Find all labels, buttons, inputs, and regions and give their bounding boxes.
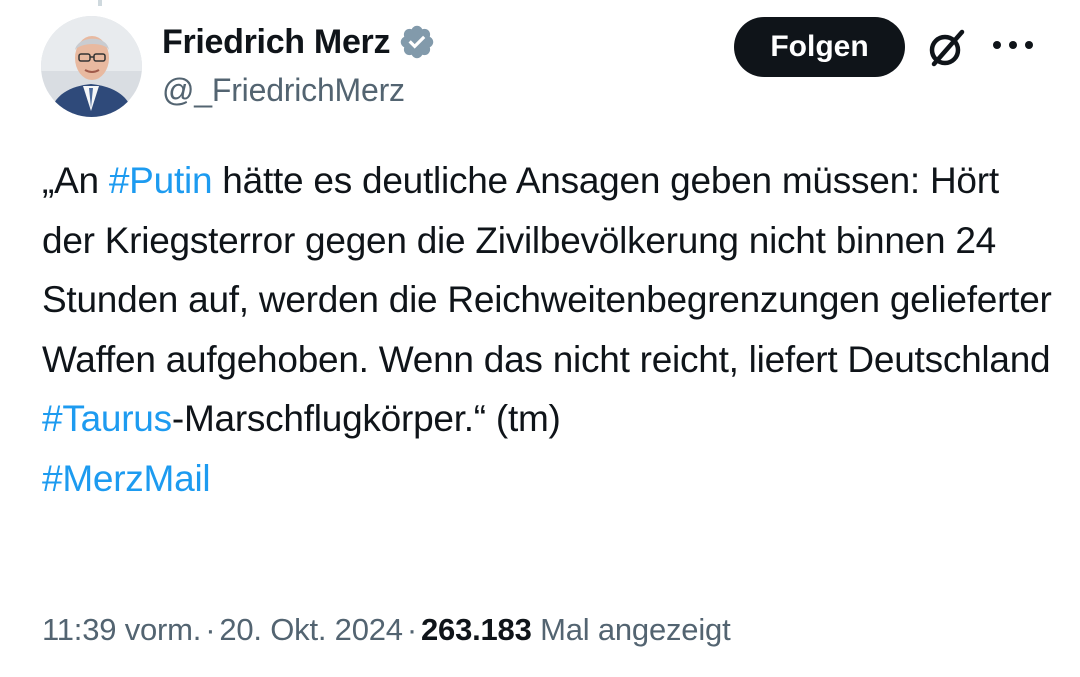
grok-icon[interactable]: [925, 26, 969, 70]
hashtag-link[interactable]: #Taurus: [42, 398, 172, 439]
tweet-time[interactable]: 11:39 vorm.: [42, 612, 201, 647]
display-name[interactable]: Friedrich Merz: [162, 23, 391, 62]
views-label: Mal angezeigt: [540, 612, 731, 647]
author-handle[interactable]: @_FriedrichMerz: [162, 72, 436, 109]
tweet-card: Friedrich Merz @_FriedrichMerz Folgen „A…: [0, 0, 1080, 677]
avatar[interactable]: [41, 16, 142, 117]
tweet-text-segment: -Marschflugkörper.“ (tm): [171, 398, 561, 439]
author-block: Friedrich Merz @_FriedrichMerz: [162, 20, 436, 109]
hashtag-link[interactable]: #Putin: [109, 160, 213, 201]
meta-separator: ·: [205, 612, 216, 647]
meta-separator: ·: [406, 612, 417, 647]
tweet-meta: 11:39 vorm. · 20. Okt. 2024 · 263.183 Mal an…: [42, 612, 731, 648]
views-count: 263.183: [420, 612, 532, 647]
tweet-text-segment: „An: [42, 160, 109, 201]
verified-badge-icon[interactable]: [398, 23, 436, 61]
more-options-icon[interactable]: [990, 38, 1036, 52]
tweet-text: „An #Putin hätte es deutliche Ansagen ge…: [42, 151, 1052, 508]
name-row: Friedrich Merz: [162, 20, 436, 64]
tweet-date[interactable]: 20. Okt. 2024: [219, 612, 403, 647]
follow-button[interactable]: Folgen: [734, 17, 905, 77]
thread-line: [98, 0, 102, 6]
hashtag-link[interactable]: #MerzMail: [42, 458, 211, 499]
